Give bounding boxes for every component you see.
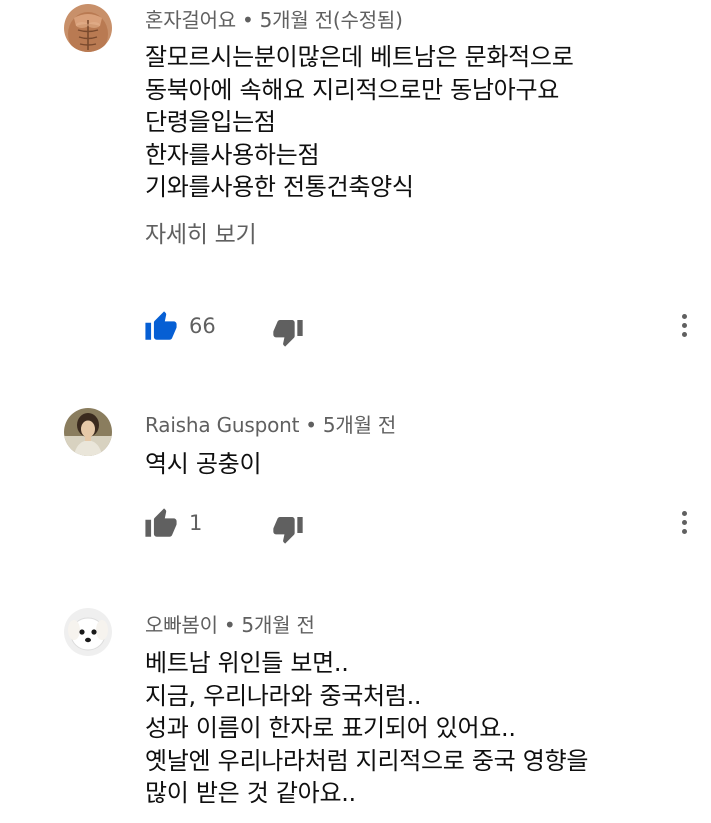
- comment-list: 혼자걸어요 • 5개월 전(수정됨) 잘모르시는분이많은데 베트남은 문화적으로 동…: [0, 0, 711, 823]
- portrait-woman-avatar-icon: [64, 408, 112, 456]
- like-button[interactable]: [144, 507, 178, 541]
- like-count: 1: [189, 511, 203, 535]
- comment-meta: 오빠봄이 • 5개월 전: [145, 609, 315, 638]
- more-options-button[interactable]: [670, 507, 698, 543]
- thumbs-up-icon: [145, 508, 177, 537]
- meta-separator: •: [305, 413, 317, 437]
- more-options-button[interactable]: [670, 310, 698, 346]
- comment-actions: 1: [0, 505, 711, 545]
- dot-icon: [681, 332, 687, 337]
- dislike-button[interactable]: [272, 513, 304, 545]
- comment-time[interactable]: 5개월 전: [323, 413, 396, 437]
- comment-text: 베트남 위인들 보면.. 지금, 우리나라와 중국처럼.. 성과 이름이 한자로…: [145, 647, 588, 810]
- avatar[interactable]: [64, 408, 112, 456]
- comment-author[interactable]: Raisha Guspont: [145, 413, 299, 437]
- comment-line: 잘모르시는분이많은데 베트남은 문화적으로: [145, 43, 574, 71]
- dislike-button[interactable]: [272, 316, 304, 348]
- avatar[interactable]: [64, 608, 112, 656]
- comment-line: 많이 받은 것 같아요..: [145, 779, 356, 807]
- dot-icon: [681, 529, 687, 534]
- meta-separator: •: [223, 613, 236, 637]
- like-button[interactable]: [144, 310, 178, 344]
- comment-line: 한자를사용하는점: [145, 140, 320, 169]
- comment-author[interactable]: 오빠봄이: [145, 613, 218, 637]
- comment-line: 역시 공충이: [145, 450, 262, 478]
- comment-meta: 혼자걸어요 • 5개월 전(수정됨): [145, 4, 403, 33]
- dot-icon: [681, 323, 687, 328]
- thumbs-up-icon: [145, 311, 177, 340]
- muscular-torso-avatar-icon: [64, 4, 112, 52]
- thumbs-down-icon: [273, 320, 303, 347]
- read-more-link[interactable]: 자세히 보기: [145, 215, 257, 249]
- comment-text: 잘모르시는분이많은데 베트남은 문화적으로 동북아에 속해요 지리적으로만 동남…: [145, 41, 574, 204]
- dot-icon: [681, 314, 687, 319]
- comment-actions: 66: [0, 308, 711, 348]
- like-count: 66: [189, 314, 216, 338]
- thumbs-down-icon: [273, 517, 303, 544]
- comment-line: 단령을입는점: [145, 108, 276, 136]
- comment-line: 동북아에 속해요 지리적으로만 동남아구요: [145, 75, 560, 104]
- comment-text: 역시 공충이: [145, 448, 262, 481]
- comment-line: 기와를사용한 전통건축양식: [145, 173, 414, 201]
- dot-icon: [681, 520, 687, 525]
- comment-line: 옛날엔 우리나라처럼 지리적으로 중국 영향을: [145, 746, 589, 775]
- comment-time[interactable]: 5개월 전(수정됨): [260, 8, 403, 32]
- white-dog-avatar-icon: [64, 608, 112, 656]
- comment-line: 성과 이름이 한자로 표기되어 있어요..: [145, 714, 516, 742]
- comment-line: 베트남 위인들 보면..: [145, 649, 349, 677]
- dot-icon: [681, 511, 687, 516]
- comment-meta: Raisha Guspont • 5개월 전: [145, 409, 396, 438]
- meta-separator: •: [242, 8, 254, 32]
- comment-line: 지금, 우리나라와 중국처럼..: [145, 681, 422, 710]
- comment-time[interactable]: 5개월 전: [241, 613, 314, 637]
- comment-author[interactable]: 혼자걸어요: [145, 8, 236, 32]
- avatar[interactable]: [64, 4, 112, 52]
